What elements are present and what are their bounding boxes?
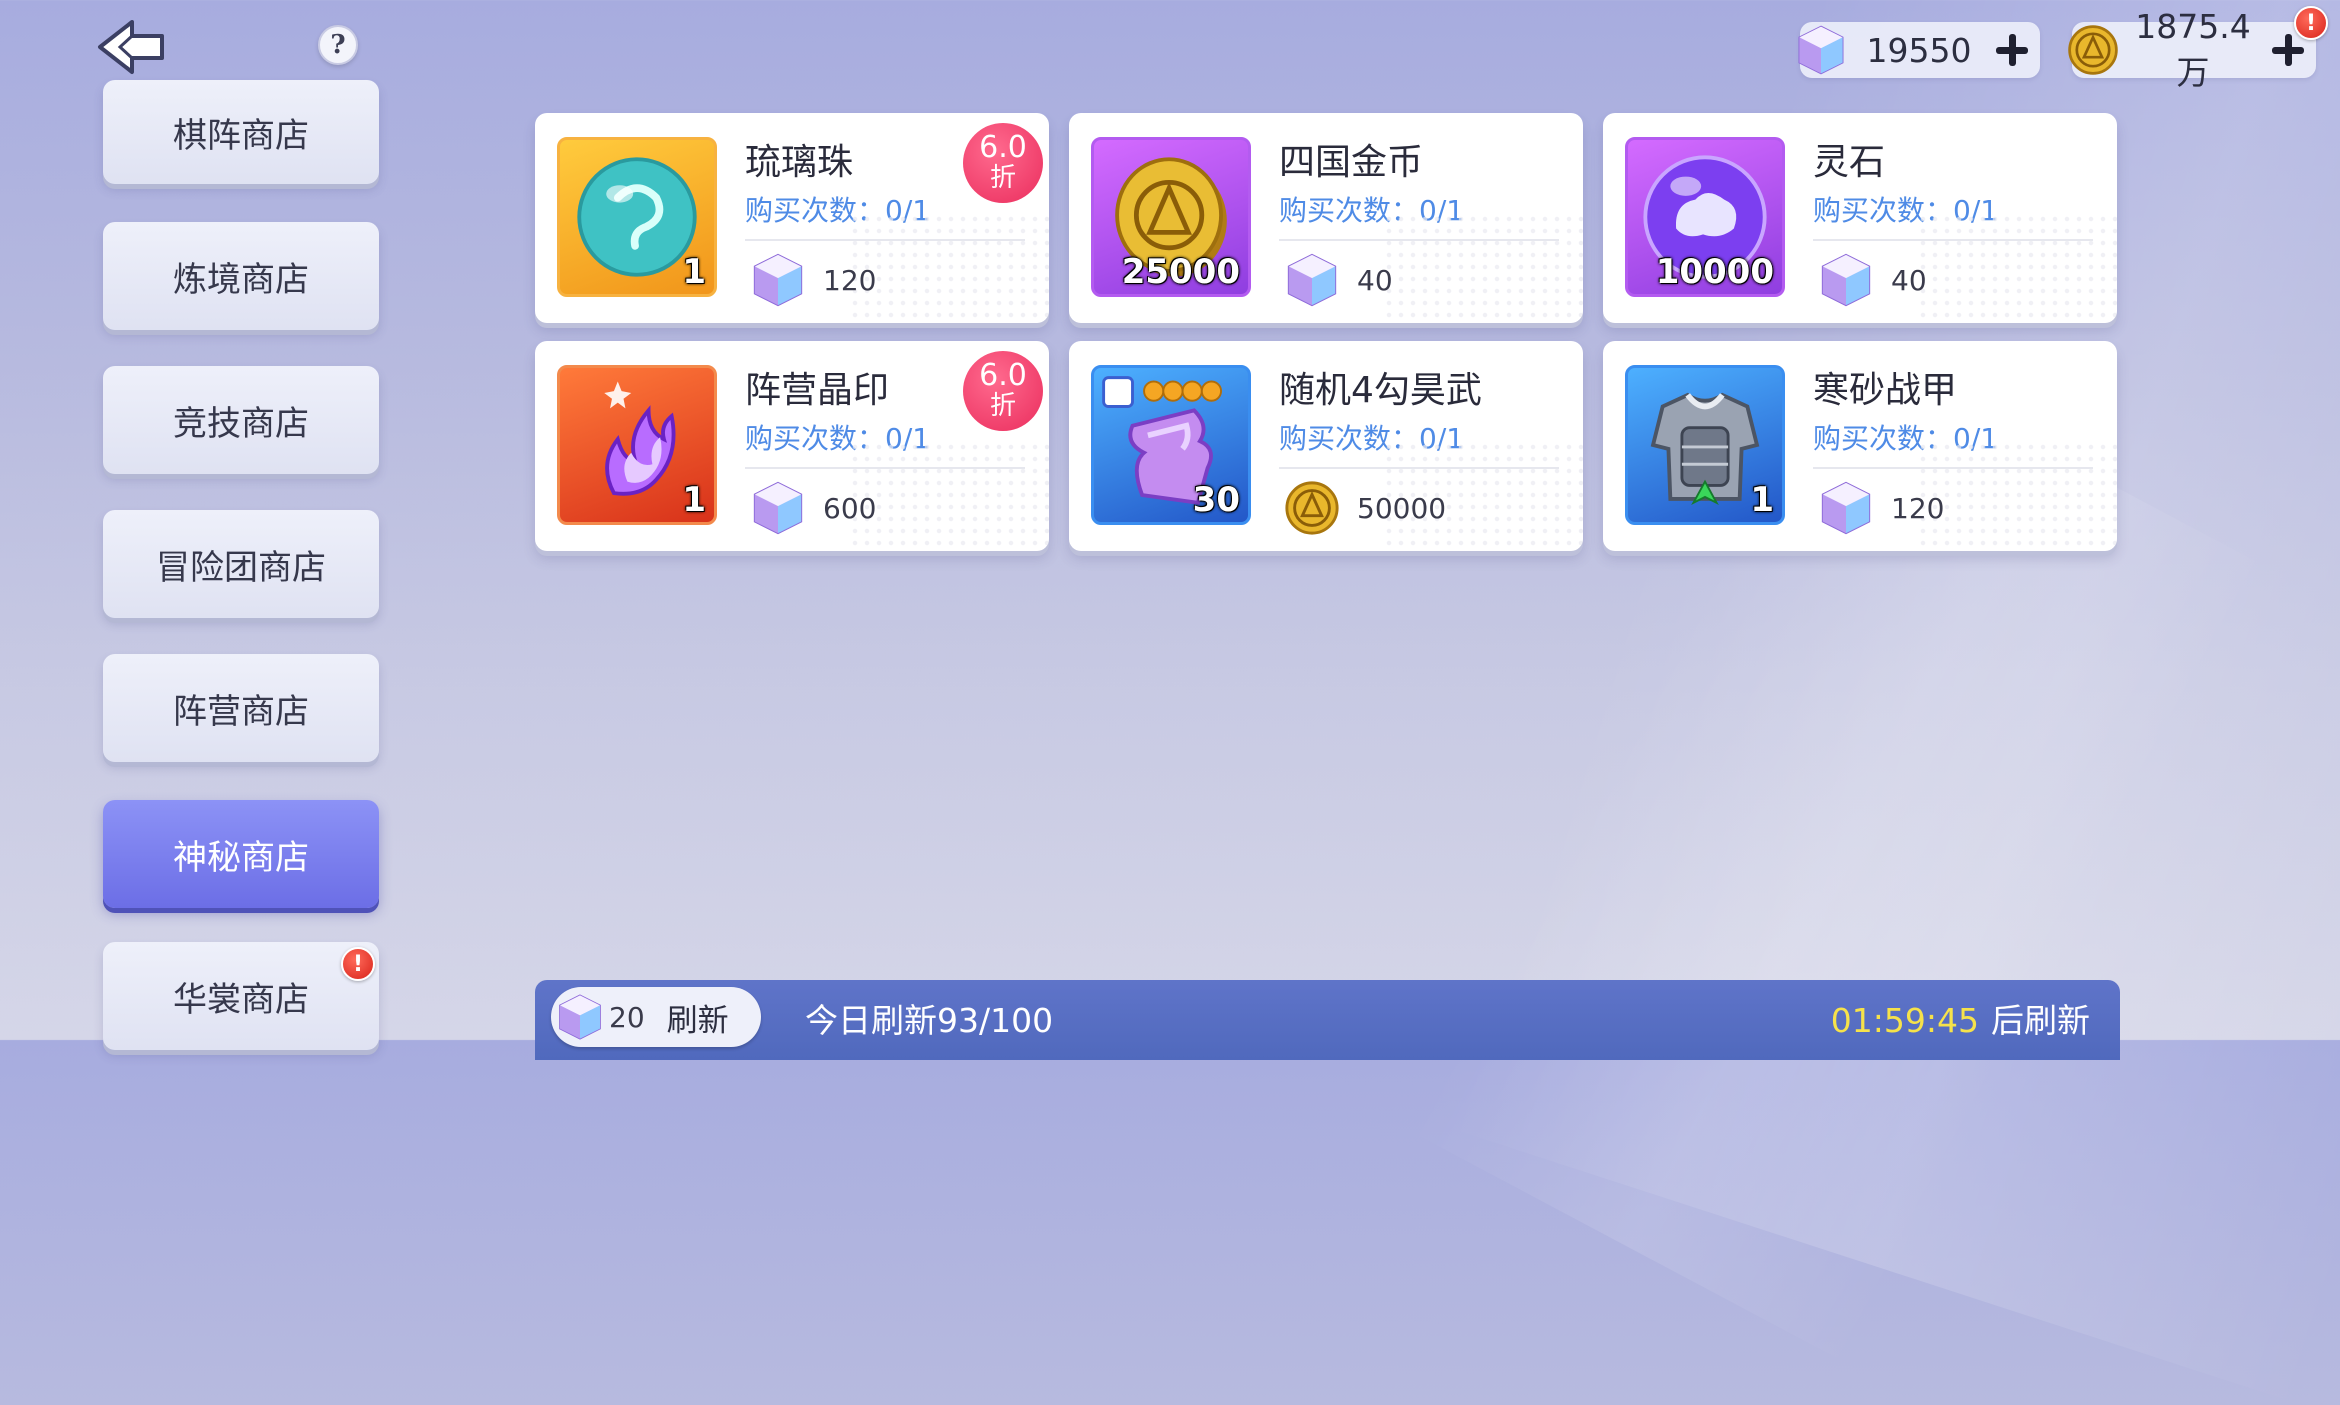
crystal-cube-icon bbox=[753, 481, 803, 535]
purchase-limit: 购买次数：0/1 bbox=[1813, 194, 1999, 227]
sidebar-item-costume-shop[interactable]: 华裳商店 ! bbox=[103, 942, 379, 1050]
item-quantity: 1 bbox=[682, 480, 706, 520]
shop-item-card[interactable]: 10000 灵石 购买次数：0/1 40 bbox=[1603, 113, 2117, 323]
sidebar-item-label: 阵营商店 bbox=[173, 691, 309, 732]
countdown-suffix: 后刷新 bbox=[1991, 1001, 2090, 1040]
discount-badge: 6.0 折 bbox=[963, 123, 1043, 203]
divider bbox=[1279, 239, 1559, 241]
gold-coin-icon bbox=[1285, 481, 1339, 535]
purchase-limit: 购买次数：0/1 bbox=[745, 422, 931, 455]
purchase-limit: 购买次数：0/1 bbox=[745, 194, 931, 227]
price-value: 120 bbox=[823, 263, 877, 297]
item-name: 四国金币 bbox=[1279, 142, 1424, 183]
sidebar-item-arena-shop[interactable]: 竞技商店 bbox=[103, 366, 379, 474]
sidebar-item-label: 神秘商店 bbox=[173, 837, 309, 878]
item-icon-frame: 1 bbox=[557, 137, 717, 297]
item-quantity: 10000 bbox=[1655, 252, 1774, 292]
refresh-button[interactable]: 20 刷新 bbox=[551, 987, 761, 1047]
item-name: 琉璃珠 bbox=[745, 142, 854, 183]
gold-coin-icon bbox=[2068, 25, 2118, 75]
help-button[interactable]: ? bbox=[318, 25, 358, 65]
sidebar-item-label: 冒险团商店 bbox=[156, 547, 326, 588]
gem-currency: 19550 bbox=[1798, 22, 2040, 78]
item-name: 灵石 bbox=[1813, 142, 1886, 183]
refresh-countdown: 01:59:45 后刷新 bbox=[1831, 994, 2090, 1042]
item-icon-frame: 1 bbox=[1625, 365, 1785, 525]
gold-currency: 1875.4万 ! bbox=[2068, 6, 2328, 92]
price-value: 40 bbox=[1357, 263, 1393, 297]
item-name: 阵营晶印 bbox=[745, 370, 890, 411]
sidebar-item-faction-shop[interactable]: 阵营商店 bbox=[103, 654, 379, 762]
crystal-cube-icon bbox=[1821, 481, 1871, 535]
item-name: 寒砂战甲 bbox=[1813, 370, 1958, 411]
crystal-cube-icon bbox=[1287, 253, 1337, 307]
item-price: 600 bbox=[749, 479, 876, 537]
refresh-label: 刷新 bbox=[666, 1002, 729, 1039]
item-icon-frame: 1 bbox=[557, 365, 717, 525]
add-gems-button[interactable] bbox=[1990, 28, 2034, 72]
divider bbox=[745, 467, 1025, 469]
refresh-bar: 20 刷新 今日刷新93/100 01:59:45 后刷新 bbox=[535, 980, 2120, 1060]
item-name: 随机4勾昊武 bbox=[1279, 370, 1482, 411]
price-value: 50000 bbox=[1357, 491, 1447, 525]
gem-amount: 19550 bbox=[1866, 30, 1972, 70]
refresh-cost: 20 bbox=[609, 1000, 645, 1034]
sidebar-item-chess-shop[interactable]: 棋阵商店 bbox=[103, 80, 379, 184]
item-price: 40 bbox=[1283, 251, 1393, 309]
price-value: 600 bbox=[823, 491, 877, 525]
costume-shop-alert-badge: ! bbox=[341, 947, 375, 981]
divider bbox=[1813, 467, 2093, 469]
item-quantity: 1 bbox=[682, 252, 706, 292]
purchase-limit: 购买次数：0/1 bbox=[1279, 194, 1465, 227]
item-icon-frame: 25000 bbox=[1091, 137, 1251, 297]
sidebar-item-realm-shop[interactable]: 炼境商店 bbox=[103, 222, 379, 330]
crystal-cube-icon bbox=[559, 994, 601, 1040]
divider bbox=[1279, 467, 1559, 469]
crystal-cube-icon bbox=[753, 253, 803, 307]
item-quantity: 1 bbox=[1750, 480, 1774, 520]
gold-amount: 1875.4万 bbox=[2135, 6, 2251, 92]
sidebar-item-label: 竞技商店 bbox=[173, 403, 309, 444]
item-quantity: 25000 bbox=[1121, 252, 1240, 292]
sidebar-item-mystery-shop[interactable]: 神秘商店 bbox=[103, 800, 379, 908]
divider bbox=[1813, 239, 2093, 241]
gold-alert-badge: ! bbox=[2294, 6, 2328, 40]
countdown-timer: 01:59:45 bbox=[1830, 1001, 1979, 1040]
sidebar-item-label: 炼境商店 bbox=[173, 259, 309, 300]
item-price: 50000 bbox=[1283, 479, 1446, 537]
crystal-cube-icon bbox=[1821, 253, 1871, 307]
item-icon-frame: 10000 bbox=[1625, 137, 1785, 297]
item-icon-frame: 30 bbox=[1091, 365, 1251, 525]
purchase-limit: 购买次数：0/1 bbox=[1279, 422, 1465, 455]
shop-item-card[interactable]: 1 琉璃珠 购买次数：0/1 120 6.0 折 bbox=[535, 113, 1049, 323]
price-value: 120 bbox=[1891, 491, 1945, 525]
today-refresh-count: 今日刷新93/100 bbox=[805, 1001, 1054, 1040]
sidebar-item-adventure-shop[interactable]: 冒险团商店 bbox=[103, 510, 379, 618]
item-price: 120 bbox=[1817, 479, 1944, 537]
item-quantity: 30 bbox=[1192, 480, 1240, 520]
item-price: 120 bbox=[749, 251, 876, 309]
price-value: 40 bbox=[1891, 263, 1927, 297]
crystal-cube-icon bbox=[1798, 25, 1844, 75]
discount-badge: 6.0 折 bbox=[963, 351, 1043, 431]
sidebar-item-label: 华裳商店 bbox=[173, 979, 309, 1020]
shop-item-card[interactable]: 25000 四国金币 购买次数：0/1 40 bbox=[1069, 113, 1583, 323]
shop-item-card[interactable]: 1 寒砂战甲 购买次数：0/1 120 bbox=[1603, 341, 2117, 551]
back-button[interactable] bbox=[92, 16, 168, 78]
divider bbox=[745, 239, 1025, 241]
purchase-limit: 购买次数：0/1 bbox=[1813, 422, 1999, 455]
shop-item-card[interactable]: 1 阵营晶印 购买次数：0/1 600 6.0 折 bbox=[535, 341, 1049, 551]
back-arrow-icon bbox=[98, 20, 164, 74]
sidebar-item-label: 棋阵商店 bbox=[173, 115, 309, 156]
shop-item-card[interactable]: 30 随机4勾昊武 购买次数：0/1 50000 bbox=[1069, 341, 1583, 551]
item-price: 40 bbox=[1817, 251, 1927, 309]
